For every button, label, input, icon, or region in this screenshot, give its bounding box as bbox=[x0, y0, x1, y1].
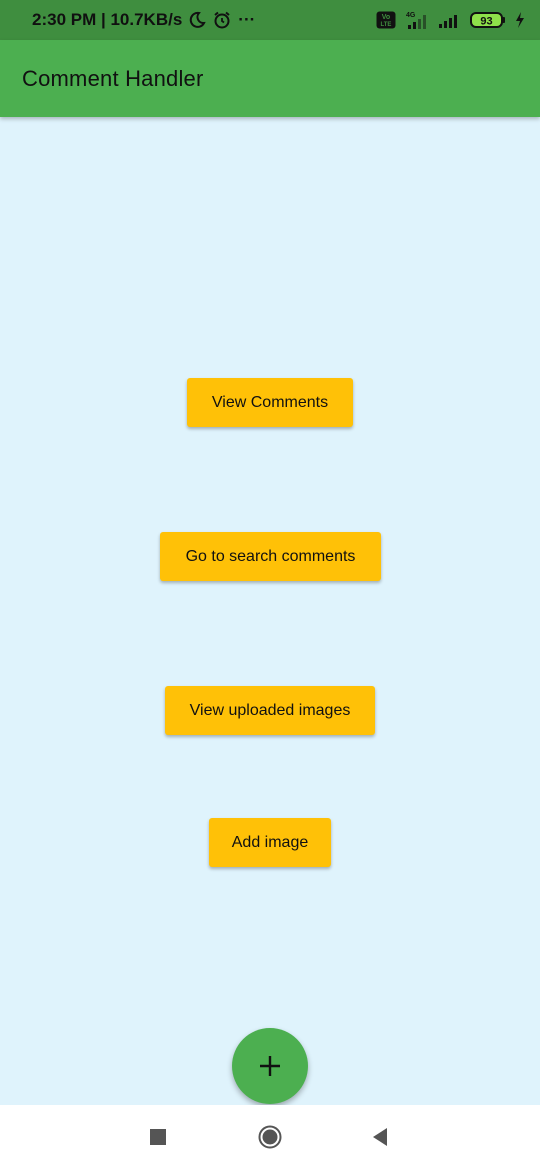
app-bar: Comment Handler bbox=[0, 40, 540, 117]
system-nav-bar bbox=[0, 1105, 540, 1170]
back-triangle-icon bbox=[373, 1128, 387, 1146]
svg-text:Vo: Vo bbox=[382, 14, 390, 21]
status-time-speed: 2:30 PM | 10.7KB/s bbox=[32, 10, 183, 29]
battery-icon: 93 bbox=[470, 12, 505, 28]
svg-text:93: 93 bbox=[480, 16, 492, 28]
plus-icon bbox=[260, 1056, 280, 1076]
search-comments-button[interactable]: Go to search comments bbox=[160, 532, 381, 581]
page-title: Comment Handler bbox=[22, 65, 204, 91]
more-dots: ··· bbox=[238, 10, 256, 29]
status-right: Vo LTE 4G 93 bbox=[376, 10, 526, 30]
home-button[interactable] bbox=[258, 1125, 282, 1149]
main-content: View Comments Go to search comments View… bbox=[0, 117, 540, 1105]
moon-icon bbox=[190, 11, 206, 28]
status-bar: 2:30 PM | 10.7KB/s ··· Vo LTE 4G 93 bbox=[0, 0, 540, 40]
alarm-icon bbox=[214, 11, 230, 29]
status-left: 2:30 PM | 10.7KB/s ··· bbox=[32, 10, 255, 30]
svg-text:4G: 4G bbox=[406, 12, 416, 19]
charging-bolt-icon bbox=[516, 12, 524, 28]
svg-text:LTE: LTE bbox=[381, 22, 392, 28]
recents-square-icon bbox=[150, 1129, 166, 1145]
home-circle-icon bbox=[258, 1125, 282, 1149]
view-uploaded-images-button[interactable]: View uploaded images bbox=[165, 686, 375, 735]
signal-icon bbox=[439, 15, 457, 28]
back-button[interactable] bbox=[368, 1125, 392, 1149]
signal-4g-icon: 4G bbox=[406, 12, 426, 29]
view-comments-button[interactable]: View Comments bbox=[187, 378, 353, 427]
recents-button[interactable] bbox=[146, 1125, 170, 1149]
add-fab-button[interactable] bbox=[232, 1028, 308, 1104]
volte-icon: Vo LTE bbox=[376, 11, 396, 29]
add-image-button[interactable]: Add image bbox=[209, 818, 331, 867]
